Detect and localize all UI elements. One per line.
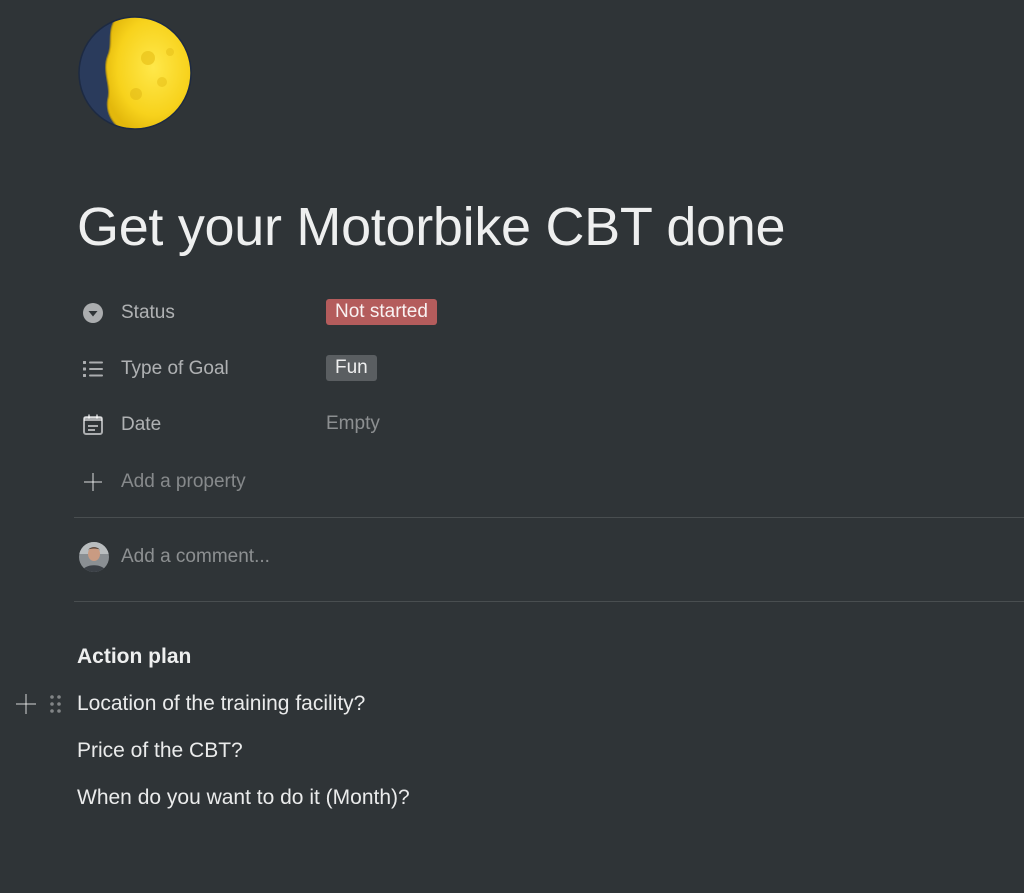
comment-placeholder: Add a comment... [121,546,270,567]
moon-icon[interactable] [78,16,192,130]
property-label: Type of Goal [121,358,229,379]
calendar-icon [81,413,105,437]
page: Get your Motorbike CBT done Status Not s… [0,0,1024,893]
status-icon [81,301,105,325]
property-row-status[interactable]: Status Not started [77,296,1017,330]
add-block-icon[interactable] [14,692,38,716]
text-block[interactable]: Price of the CBT? [77,737,243,765]
property-row-date[interactable]: Date Empty [77,408,1017,442]
status-value[interactable]: Not started [326,299,437,325]
add-property-button[interactable]: Add a property [77,465,1017,499]
divider [74,517,1024,518]
text-block[interactable]: Location of the training facility? [77,690,365,718]
avatar [79,542,109,572]
comment-input[interactable]: Add a comment... [77,540,1017,574]
date-value[interactable]: Empty [326,411,380,437]
list-icon [81,357,105,381]
page-title[interactable]: Get your Motorbike CBT done [77,192,786,262]
text-block[interactable]: When do you want to do it (Month)? [77,784,410,812]
divider [74,601,1024,602]
property-label: Status [121,302,175,323]
plus-icon [81,470,105,494]
type-of-goal-value[interactable]: Fun [326,355,377,381]
section-heading[interactable]: Action plan [77,643,191,671]
property-row-type-of-goal[interactable]: Type of Goal Fun [77,352,1017,386]
add-property-label: Add a property [121,471,246,492]
drag-handle-icon[interactable] [48,692,64,716]
property-label: Date [121,414,162,435]
type-tag[interactable]: Fun [326,355,377,381]
status-tag[interactable]: Not started [326,299,437,325]
